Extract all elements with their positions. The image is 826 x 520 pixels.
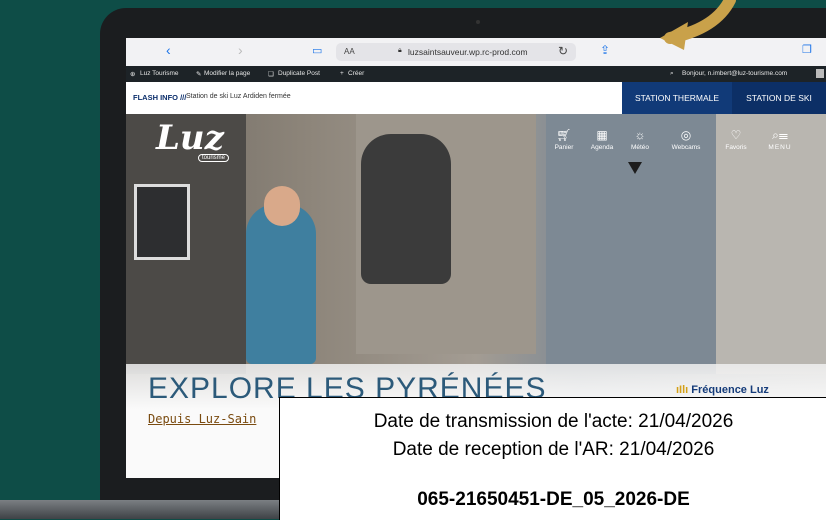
search-icon[interactable]: ⌕ <box>670 70 674 78</box>
admin-duplicate-post[interactable]: Duplicate Post <box>278 70 320 77</box>
pencil-icon: ✎ <box>196 71 202 78</box>
radio-icon: ıIlı <box>676 384 689 396</box>
hero-child-head <box>264 186 300 226</box>
arrow-decoration <box>660 0 736 50</box>
camera-dot <box>476 20 480 24</box>
hero-heart-shape <box>628 162 642 174</box>
luz-logo[interactable]: Luz <box>156 118 224 158</box>
nav-agenda-label: Agenda <box>590 144 614 151</box>
hero-window <box>134 184 190 260</box>
url-text[interactable]: luzsaintsauveur.wp.rc-prod.com <box>408 47 528 57</box>
stamp-line-reception: Date de reception de l'AR: 21/04/2026 <box>392 439 715 460</box>
text-size-button[interactable]: AA <box>344 47 355 56</box>
flash-text[interactable]: Station de ski Luz Ardiden fermée <box>186 93 291 100</box>
nav-panier[interactable]: 🛒︎ Panier <box>544 128 584 151</box>
stamp-line-transmission: Date de transmission de l'acte: 21/04/20… <box>373 411 734 432</box>
search-menu-icon: ⌕☰ <box>772 128 788 142</box>
nav-webcams-label: Webcams <box>671 144 701 151</box>
admin-greeting[interactable]: Bonjour, n.imbert@luz-tourisme.com <box>682 70 787 77</box>
nav-menu-label: MENU <box>768 144 792 151</box>
stamp-line-reference: 065-21650451-DE_05_2026-DE <box>417 489 690 510</box>
hero-wall-right <box>716 114 826 374</box>
bookmarks-icon[interactable]: ▭ <box>312 44 322 57</box>
flash-info-bar: FLASH INFO /// Station de ski Luz Ardide… <box>126 82 826 115</box>
tabs-icon[interactable]: ❐ <box>802 43 812 56</box>
nav-meteo-label: Météo <box>630 144 650 151</box>
sun-icon: ☼ <box>634 128 646 142</box>
duplicate-icon: ❏ <box>268 71 274 78</box>
wordpress-icon[interactable]: ⊕ <box>130 70 135 78</box>
radio-link[interactable]: ıIlı Fréquence Luz <box>676 384 769 396</box>
heart-icon: ♡ <box>730 128 742 142</box>
avatar[interactable] <box>816 69 824 78</box>
nav-agenda[interactable]: ▦ Agenda <box>582 128 622 151</box>
share-icon[interactable]: ⇪ <box>600 43 610 57</box>
webcam-icon: ◎ <box>680 128 692 142</box>
admin-bar: ⊕ Luz Tourisme ✎ Modifier la page ❏ Dupl… <box>126 66 826 82</box>
radio-label: Fréquence Luz <box>691 384 769 396</box>
reload-icon[interactable]: ↻ <box>558 44 568 58</box>
admin-site-name[interactable]: Luz Tourisme <box>140 70 179 77</box>
nav-favoris-label: Favoris <box>725 144 747 151</box>
luz-logo-sub: tourisme <box>198 154 230 162</box>
hero-subtitle[interactable]: Depuis Luz-Sain <box>148 412 256 426</box>
forward-icon[interactable]: › <box>238 42 243 58</box>
back-icon[interactable]: ‹ <box>166 42 171 58</box>
calendar-icon: ▦ <box>596 128 608 142</box>
address-bar[interactable]: AA 🔒︎ luzsaintsauveur.wp.rc-prod.com ↻ <box>336 43 576 61</box>
flash-title: FLASH INFO /// <box>133 93 187 102</box>
station-ski-button[interactable]: STATION DE SKI <box>732 82 826 114</box>
transmission-stamp: Date de transmission de l'acte: 21/04/20… <box>279 397 826 520</box>
nav-menu[interactable]: ⌕☰ MENU <box>760 128 800 151</box>
nav-panier-label: Panier <box>554 144 574 151</box>
plus-icon: + <box>340 70 344 77</box>
hero-child <box>246 204 316 364</box>
nav-meteo[interactable]: ☼ Météo <box>620 128 660 151</box>
hero-woman-dress <box>361 134 451 284</box>
hero-shutter <box>546 114 716 374</box>
nav-favoris[interactable]: ♡ Favoris <box>716 128 756 151</box>
cart-icon: 🛒︎ <box>556 128 572 142</box>
lock-icon: 🔒︎ <box>398 47 402 54</box>
nav-webcams[interactable]: ◎ Webcams <box>666 128 706 151</box>
admin-edit-page[interactable]: Modifier la page <box>204 70 250 77</box>
station-thermale-button[interactable]: STATION THERMALE <box>622 82 732 114</box>
admin-create[interactable]: Créer <box>348 70 364 77</box>
